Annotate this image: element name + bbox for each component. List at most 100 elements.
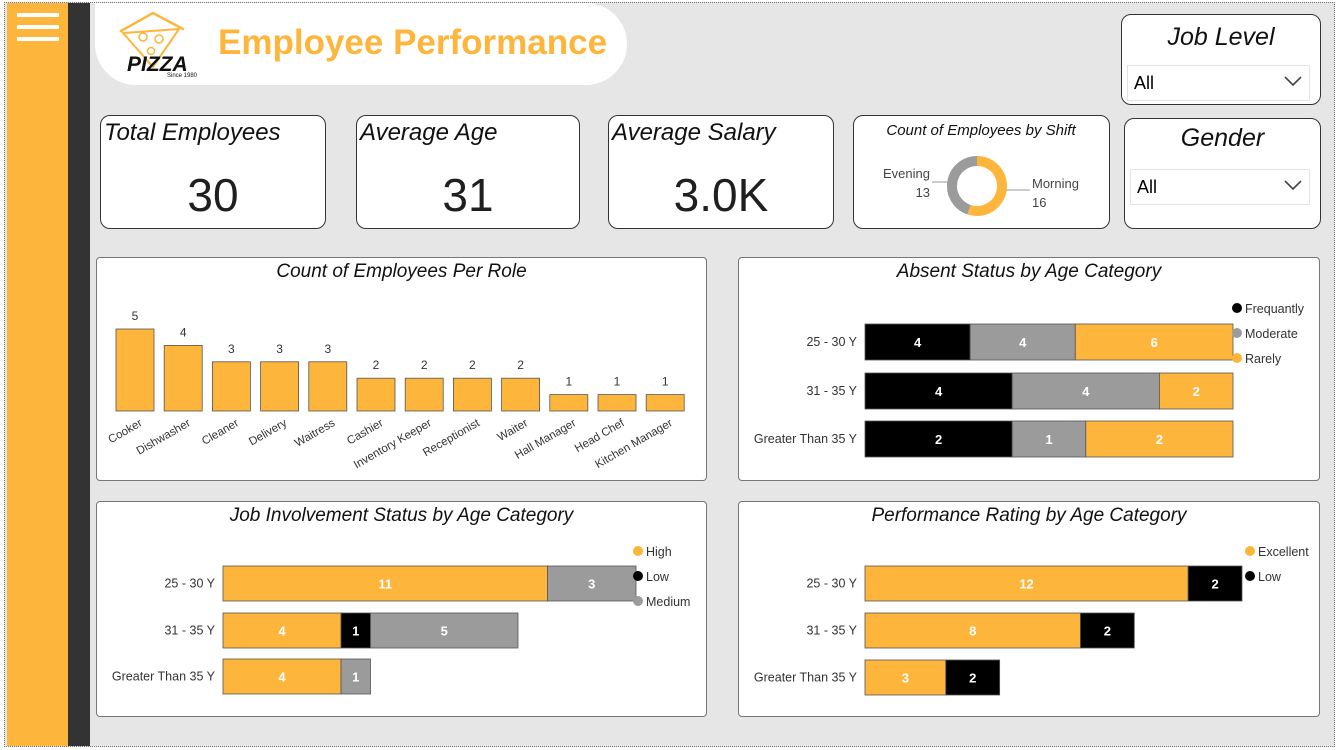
tick-label: Waitress [293,417,338,450]
tick-label: Cooker [106,417,144,446]
legend-label: Excellent [1258,545,1309,559]
donut-slice-evening [947,156,978,215]
shift-donut-chart: Count of Employees by Shift Morning 16 Even… [883,122,1079,216]
data-label: 4 [278,624,286,639]
bar-hall-manager [549,394,589,412]
job-involvement-panel: Job Involvement Status by Age Category 2… [96,501,707,717]
data-label: 1 [662,375,669,389]
bar-cooker [115,328,155,412]
legend-marker [1245,571,1255,581]
data-label: 1 [614,375,621,389]
pizza-logo: PIZZA Since 1980 [113,9,201,83]
gender-label: Gender [1180,124,1265,152]
bar-delivery [260,361,300,412]
data-label: 5 [441,624,448,639]
shift-donut-card: Count of Employees by Shift Morning 16 Even… [853,115,1110,229]
job-level-label: Job Level [1167,23,1275,51]
gender-value: All [1137,177,1158,197]
data-label: 3 [324,342,331,356]
hamburger-menu-icon[interactable] [17,13,59,47]
data-label: 2 [469,358,476,372]
kpi-value: 31 [442,169,494,221]
bar-inventory-keeper [404,377,444,412]
tick-label: Dishwasher [135,417,193,458]
tick-label: Waiter [496,417,531,444]
bar-cashier [356,377,396,412]
data-label: 2 [373,358,380,372]
kpi-average-age: Average Age 31 [356,115,580,229]
bar-waitress [308,361,348,412]
category-label: Greater Than 35 Y [754,432,858,446]
category-label: 31 - 35 Y [164,624,215,638]
donut-label-name: Evening [883,166,930,181]
kpi-value: 30 [187,169,239,221]
data-label: 4 [278,670,286,685]
data-label: 8 [969,624,976,639]
legend-label: Moderate [1245,327,1298,341]
data-label: 12 [1019,577,1033,592]
legend-marker [633,596,643,606]
donut-label-name: Morning [1032,176,1079,191]
data-label: 11 [378,577,392,592]
legend-label: Low [1258,570,1282,584]
bar-head-chef [597,394,637,412]
data-label: 2 [1156,432,1163,447]
data-label: 3 [228,342,235,356]
chevron-down-icon [1284,180,1302,191]
category-label: 31 - 35 Y [806,384,857,398]
category-label: Greater Than 35 Y [112,670,216,684]
data-label: 3 [276,342,283,356]
data-label: 2 [1104,624,1111,639]
data-label: 4 [1082,384,1090,399]
job-level-filter: Job Level All [1121,14,1321,105]
tick-label: Cleaner [200,417,241,448]
donut-slice-morning [967,156,1007,216]
category-label: 25 - 30 Y [164,577,215,591]
category-label: Greater Than 35 Y [754,671,858,685]
kpi-label: Average Salary [612,119,776,146]
kpi-value: 3.0K [673,169,769,221]
bar-waiter [501,377,541,412]
employees-per-role-panel: Count of Employees Per Role 5 Cooker 4 Dish… [96,257,707,481]
gender-filter: Gender All [1124,118,1321,229]
legend-marker [1232,353,1242,363]
donut-label-value: 16 [1032,195,1046,210]
data-label: 1 [352,670,359,685]
data-label: 3 [588,577,595,592]
data-label: 2 [421,358,428,372]
donut-label-value: 13 [916,185,930,200]
tick-label: Delivery [247,417,289,448]
legend-label: High [646,545,672,559]
chart-title: Count of Employees by Shift [886,122,1076,139]
employees-per-role-chart: 5 Cooker 4 Dishwasher 3 Cleaner 3 Delivery 3 Wait… [106,309,685,471]
bar-kitchen-manager [645,394,685,412]
bar-dishwasher [163,345,203,412]
legend-marker [1232,328,1242,338]
logo-subtext: Since 1980 [167,73,198,79]
gender-dropdown[interactable]: All [1130,169,1310,205]
category-label: 31 - 35 Y [806,624,857,638]
data-label: 4 [1019,335,1027,350]
bar-cleaner [212,361,251,412]
job-level-value: All [1134,73,1155,93]
data-label: 2 [935,432,942,447]
data-label: 3 [902,671,909,686]
kpi-average-salary: Average Salary 3.0K [608,115,834,229]
dashboard: PIZZA Since 1980 Employee Performance To… [4,2,1335,747]
job-level-dropdown[interactable]: All [1127,65,1310,101]
job-involvement-chart: 25 - 30 Y 11 3 31 - 35 Y 4 1 5 Greater Than 35 … [112,545,690,695]
legend-label: Low [646,570,670,584]
data-label: 2 [969,671,976,686]
legend-label: Rarely [1245,352,1282,366]
nav-rail [7,3,68,746]
legend-marker [1245,546,1255,556]
data-label: 6 [1151,335,1158,350]
data-label: 1 [352,624,359,639]
category-label: 25 - 30 Y [806,577,857,591]
data-label: 2 [517,358,524,372]
absent-status-panel: Absent Status by Age Category 25 - 30 Y4… [738,257,1320,481]
data-label: 5 [132,309,139,323]
legend-label: Frequantly [1245,302,1305,316]
data-label: 2 [1211,577,1218,592]
data-label: 4 [180,325,187,339]
